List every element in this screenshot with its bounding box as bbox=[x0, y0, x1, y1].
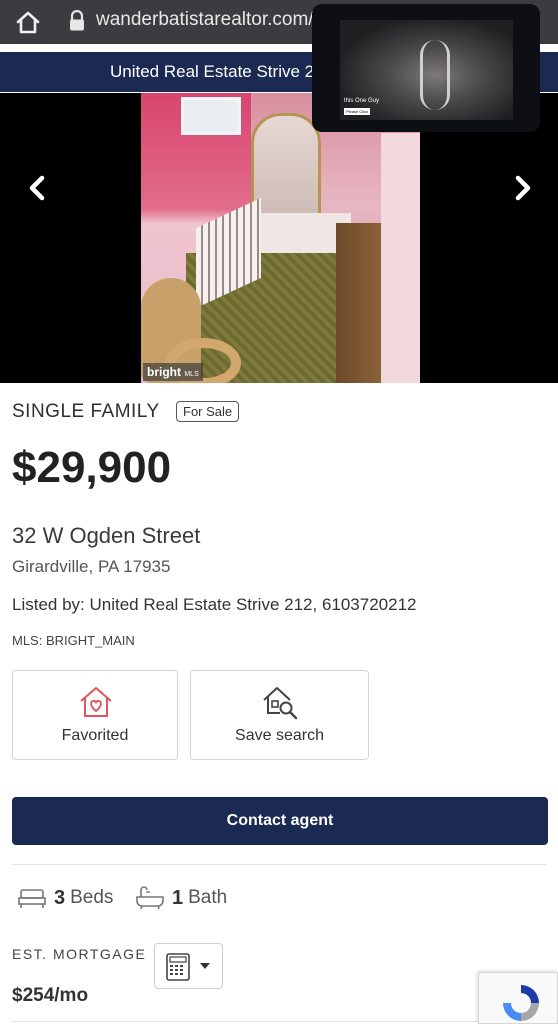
street-address: 32 W Ogden Street bbox=[12, 523, 201, 548]
watermark-brand: bright bbox=[147, 365, 181, 379]
chevron-right-icon[interactable] bbox=[502, 168, 542, 208]
banner-title: United Real Estate Strive 21 bbox=[110, 62, 324, 81]
beds-label: Beds bbox=[70, 887, 114, 908]
pip-video-frame: this One Guy Please Click bbox=[340, 20, 513, 120]
baths-fact: 1 Bath bbox=[136, 882, 227, 914]
mortgage-value: $254/mo bbox=[12, 985, 89, 1006]
favorite-label: Favorited bbox=[61, 727, 129, 744]
bathtub-icon bbox=[136, 886, 164, 910]
recaptcha-icon bbox=[503, 985, 539, 1021]
photo-watermark: bright MLS bbox=[143, 363, 203, 381]
mortgage-calculator-button[interactable] bbox=[154, 943, 223, 989]
mortgage-label: EST. MORTGAGE bbox=[12, 946, 147, 962]
caret-down-icon bbox=[200, 963, 210, 969]
save-search-button[interactable]: Save search bbox=[190, 670, 369, 760]
recaptcha-badge[interactable] bbox=[478, 972, 558, 1024]
status-badge: For Sale bbox=[176, 401, 240, 422]
property-type: SINGLE FAMILY bbox=[12, 401, 160, 422]
beds-count: 3 bbox=[54, 886, 66, 909]
heart-house-icon bbox=[80, 687, 112, 717]
listing-photo[interactable]: bright MLS bbox=[141, 93, 420, 383]
divider bbox=[12, 1021, 546, 1022]
pip-video-button[interactable]: Please Click bbox=[344, 108, 371, 115]
listing-price: $29,900 bbox=[12, 443, 172, 492]
favorite-button[interactable]: Favorited bbox=[12, 670, 178, 760]
photo-window bbox=[181, 97, 241, 135]
watermark-sub: MLS bbox=[184, 371, 199, 378]
beds-fact: 3 Beds bbox=[18, 882, 113, 914]
save-search-label: Save search bbox=[235, 727, 324, 744]
url-field[interactable]: wanderbatistarealtor.com/ bbox=[96, 9, 314, 31]
photo-vanity bbox=[336, 223, 381, 383]
listed-by: Listed by: United Real Estate Strive 212… bbox=[12, 595, 417, 614]
pip-video-title: this One Guy bbox=[344, 98, 380, 104]
contact-agent-button[interactable]: Contact agent bbox=[12, 797, 548, 845]
pip-video-figure bbox=[420, 40, 450, 110]
lock-icon bbox=[70, 10, 84, 31]
photo-door bbox=[381, 133, 420, 383]
bed-icon bbox=[18, 889, 46, 908]
home-icon[interactable] bbox=[14, 8, 42, 36]
baths-label: Bath bbox=[188, 887, 228, 908]
city-state-zip: Girardville, PA 17935 bbox=[12, 557, 171, 576]
mls-id: MLS: BRIGHT_MAIN bbox=[12, 633, 135, 648]
photo-carousel[interactable]: bright MLS bbox=[0, 93, 558, 383]
baths-count: 1 bbox=[172, 886, 184, 909]
calculator-icon bbox=[166, 953, 190, 981]
house-search-icon bbox=[263, 687, 298, 720]
pip-video-overlay[interactable]: this One Guy Please Click bbox=[312, 4, 540, 132]
photo-shower bbox=[251, 113, 321, 228]
divider bbox=[12, 864, 546, 865]
chevron-left-icon[interactable] bbox=[18, 168, 58, 208]
